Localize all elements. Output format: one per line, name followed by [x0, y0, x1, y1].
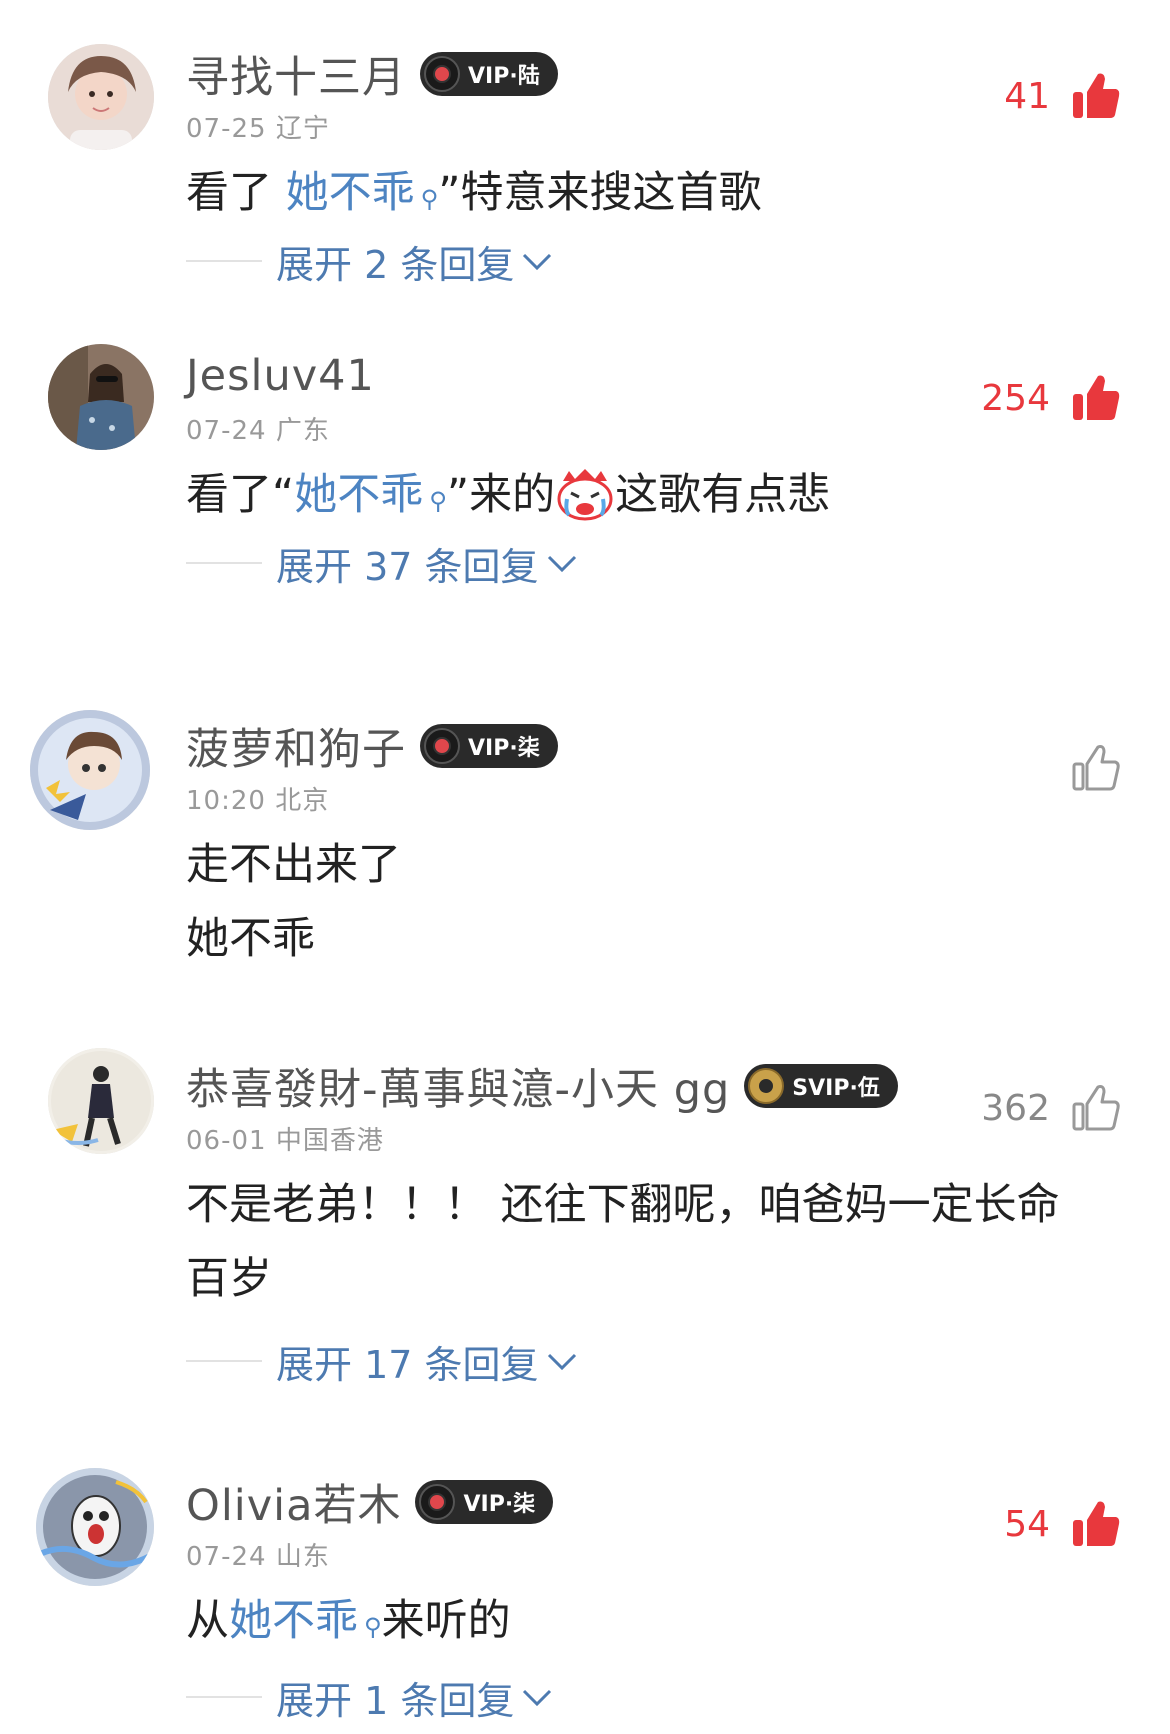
- like-count: 41: [1004, 75, 1050, 117]
- comment-location: 广东: [275, 416, 330, 446]
- expand-replies-label: 展开 17 条回复: [276, 1342, 539, 1387]
- divider: [186, 1696, 262, 1698]
- avatar[interactable]: [30, 710, 150, 830]
- name-row: Olivia若木 VIP·柒: [186, 1470, 554, 1534]
- avatar[interactable]: [36, 1468, 154, 1586]
- comment-meta: 07-24 广东: [186, 410, 330, 447]
- comment-location: 中国香港: [275, 1126, 384, 1156]
- vip-badge[interactable]: VIP·柒: [420, 724, 558, 768]
- comment-date: 06-01: [186, 1126, 267, 1156]
- like-button[interactable]: 41: [1004, 66, 1122, 126]
- thumb-up-outline-icon: [1070, 742, 1122, 794]
- crying-face-emoji: [555, 467, 615, 521]
- like-count: 362: [981, 1087, 1050, 1129]
- vip-badge[interactable]: VIP·柒: [415, 1480, 554, 1524]
- comment-meta: 10:20 北京: [186, 780, 329, 817]
- comment-meta: 07-25 辽宁: [186, 108, 330, 145]
- search-keyword-link[interactable]: 她不乖 ⚲: [286, 168, 439, 218]
- like-count: 54: [1004, 1503, 1050, 1545]
- divider: [186, 562, 262, 564]
- chevron-down-icon: [547, 555, 576, 573]
- comment-line: 百岁: [186, 1254, 272, 1304]
- comment-location: 山东: [275, 1542, 330, 1572]
- expand-replies-button[interactable]: 展开 17 条回复: [186, 1336, 579, 1387]
- vip-level: VIP·柒: [463, 1492, 536, 1517]
- comment-text: 不是老弟！！！ 还往下翻呢，咱爸妈一定长命 百岁: [186, 1168, 1060, 1316]
- vip-level: VIP·陆: [468, 64, 540, 89]
- vinyl-record-icon: [419, 1484, 456, 1520]
- search-icon: ⚲: [420, 185, 439, 213]
- chevron-down-icon: [523, 1689, 552, 1707]
- search-keyword-link[interactable]: 她不乖 ⚲: [294, 470, 447, 520]
- thumb-up-filled-icon: [1070, 1498, 1122, 1550]
- vinyl-record-icon: [424, 56, 460, 92]
- expand-replies-label: 展开 2 条回复: [276, 242, 515, 287]
- vinyl-record-icon: [748, 1068, 785, 1104]
- username[interactable]: 菠萝和狗子: [186, 715, 406, 777]
- vip-level: SVIP·伍: [792, 1076, 880, 1101]
- like-count: 254: [981, 377, 1050, 419]
- thumb-up-filled-icon: [1070, 70, 1122, 122]
- vip-level: VIP·柒: [468, 736, 540, 761]
- comment-date: 07-25: [186, 114, 267, 144]
- name-row: 寻找十三月 VIP·陆: [186, 42, 558, 106]
- expand-replies-label: 展开 37 条回复: [276, 544, 539, 589]
- comment-line: 她不乖: [186, 914, 315, 964]
- divider: [186, 1360, 262, 1362]
- svip-badge[interactable]: SVIP·伍: [744, 1064, 898, 1108]
- search-keyword-link[interactable]: 她不乖 ⚲: [229, 1596, 382, 1646]
- comment-text: 走不出来了 她不乖: [186, 828, 401, 976]
- like-button[interactable]: 254: [981, 368, 1122, 428]
- expand-replies-button[interactable]: 展开 37 条回复: [186, 538, 579, 589]
- chevron-down-icon: [523, 253, 552, 271]
- comment-date: 10:20: [186, 786, 266, 816]
- username[interactable]: Olivia若木: [186, 1471, 401, 1533]
- divider: [186, 260, 262, 262]
- expand-replies-label: 展开 1 条回复: [276, 1678, 515, 1723]
- expand-replies-button[interactable]: 展开 1 条回复: [186, 1672, 554, 1723]
- comment-meta: 07-24 山东: [186, 1536, 330, 1573]
- search-icon: ⚲: [364, 1613, 382, 1641]
- avatar[interactable]: [48, 1048, 154, 1154]
- comment-text: 看了 她不乖 ⚲”特意来搜这首歌: [186, 168, 762, 218]
- name-row: 菠萝和狗子 VIP·柒: [186, 714, 558, 778]
- like-button[interactable]: 54: [1004, 1494, 1122, 1554]
- comment-date: 07-24: [186, 1542, 267, 1572]
- comment-line: 走不出来了: [186, 840, 401, 890]
- username[interactable]: 寻找十三月: [186, 43, 406, 105]
- comment-location: 北京: [275, 786, 330, 816]
- expand-replies-button[interactable]: 展开 2 条回复: [186, 236, 554, 287]
- vip-badge[interactable]: VIP·陆: [420, 52, 558, 96]
- comment-line: 不是老弟！！！ 还往下翻呢，咱爸妈一定长命: [186, 1180, 1060, 1230]
- thumb-up-filled-icon: [1070, 372, 1122, 424]
- search-icon: ⚲: [429, 487, 447, 515]
- name-row: Jesluv41: [186, 344, 375, 408]
- username[interactable]: Jesluv41: [186, 351, 375, 401]
- name-row: 恭喜發財-萬事與澺-小天 gg SVIP·伍: [186, 1054, 898, 1118]
- comment-text: 从她不乖 ⚲来听的: [186, 1596, 511, 1646]
- username[interactable]: 恭喜發財-萬事與澺-小天 gg: [186, 1055, 730, 1117]
- avatar[interactable]: [48, 344, 154, 450]
- avatar[interactable]: [48, 44, 154, 150]
- chevron-down-icon: [547, 1353, 576, 1371]
- comment-meta: 06-01 中国香港: [186, 1120, 384, 1157]
- thumb-up-outline-icon: [1070, 1082, 1122, 1134]
- like-button[interactable]: 362: [981, 1078, 1122, 1138]
- comment-location: 辽宁: [275, 114, 330, 144]
- like-button[interactable]: [1050, 738, 1122, 798]
- comment-list: 寻找十三月 VIP·陆 07-25 辽宁 41 看了 她不乖 ⚲”特意来搜这首歌 …: [0, 0, 1170, 1734]
- comment-date: 07-24: [186, 416, 267, 446]
- vinyl-record-icon: [424, 728, 460, 764]
- comment-text: 看了“她不乖 ⚲”来的 这歌有点悲: [186, 458, 830, 532]
